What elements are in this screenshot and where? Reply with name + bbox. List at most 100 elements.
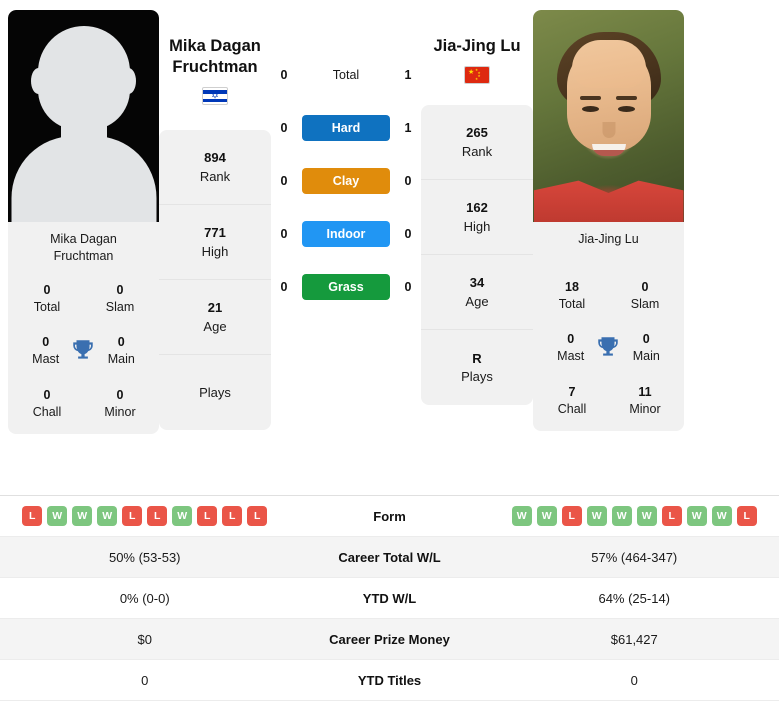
left-titles-main-label: Main xyxy=(107,352,135,367)
h2h-total-label: Total xyxy=(332,68,360,82)
right-rank-value: 265 xyxy=(466,125,488,141)
left-caption-line1: Mika Dagan xyxy=(50,232,117,246)
form-badge-win: W xyxy=(97,506,118,526)
form-badge-loss: L xyxy=(122,506,143,526)
left-age-value: 21 xyxy=(207,300,223,316)
left-titles-slam: 0 Slam xyxy=(97,281,143,315)
right-titles-main-value: 0 xyxy=(642,332,650,347)
form-badge-loss: L xyxy=(247,506,268,526)
right-titles-total: 18 Total xyxy=(549,278,595,312)
israel-flag-icon: ✡ xyxy=(202,87,228,106)
right-info-plays: R Plays xyxy=(421,330,533,405)
surface-bar-indoor[interactable]: Indoor xyxy=(302,221,390,247)
form-badge-win: W xyxy=(72,506,93,526)
left-titles-total-value: 0 xyxy=(43,282,51,297)
left-caption-line2: Fruchtman xyxy=(53,248,114,263)
left-titles-chall-label: Chall xyxy=(32,404,62,419)
left-plays-label: Plays xyxy=(199,384,231,400)
h2h-row-grass: 0 Grass 0 xyxy=(271,274,421,300)
left-ytd-wl: 0% (0-0) xyxy=(119,590,170,606)
left-titles-total: 0 Total xyxy=(24,281,70,315)
right-info-card: 265 Rank 162 High 34 Age R Plays xyxy=(421,105,533,406)
compare-section: Mika Dagan Fruchtman 0 Total 0 Slam 0 Ma… xyxy=(0,0,779,495)
left-player-name-line1: Mika Dagan xyxy=(169,37,261,55)
right-titles-row-2: 0 Mast 0 Main xyxy=(539,330,678,364)
right-titles-slam: 0 Slam xyxy=(622,278,668,312)
form-badge-win: W xyxy=(511,506,532,526)
right-titles-main-label: Main xyxy=(632,349,660,364)
form-badge-loss: L xyxy=(736,506,757,526)
right-career-total-wl: 57% (464-347) xyxy=(591,549,678,565)
row-label-career-total-wl: Career Total W/L xyxy=(338,549,441,565)
right-titles-chall: 7 Chall xyxy=(549,383,595,417)
form-badge-loss: L xyxy=(222,506,243,526)
left-titles-chall-value: 0 xyxy=(43,387,51,402)
left-titles-row-3: 0 Chall 0 Minor xyxy=(14,386,153,420)
right-rank-label: Rank xyxy=(461,143,493,159)
h2h-hard-left-score: 0 xyxy=(280,121,288,135)
form-badge-loss: L xyxy=(147,506,168,526)
h2h-row-hard: 0 Hard 1 xyxy=(271,115,421,141)
table-row-ytd-titles: 0 YTD Titles 0 xyxy=(0,660,779,701)
right-titles-slam-value: 0 xyxy=(641,279,649,294)
h2h-row-clay: 0 Clay 0 xyxy=(271,168,421,194)
form-badge-win: W xyxy=(172,506,193,526)
right-high-label: High xyxy=(463,218,491,234)
left-age-label: Age xyxy=(203,318,227,334)
h2h-clay-right-score: 0 xyxy=(404,174,412,188)
form-badge-loss: L xyxy=(197,506,218,526)
left-player-heading: Mika Dagan Fruchtman ✡ xyxy=(159,10,271,106)
player-comparison-page: Mika Dagan Fruchtman 0 Total 0 Slam 0 Ma… xyxy=(0,0,779,719)
right-titles-chall-label: Chall xyxy=(557,401,587,416)
surface-bar-grass[interactable]: Grass xyxy=(302,274,390,300)
china-flag-icon: ★ ★ ★ ★ ★ xyxy=(464,66,490,85)
right-age-value: 34 xyxy=(469,275,485,291)
left-titles-main: 0 Main xyxy=(100,333,143,367)
avatar-body-shape xyxy=(11,136,156,222)
right-titles-mast: 0 Mast xyxy=(549,330,592,364)
h2h-clay-left-score: 0 xyxy=(280,174,288,188)
right-titles-minor-value: 11 xyxy=(638,384,652,399)
surface-bar-hard[interactable]: Hard xyxy=(302,115,390,141)
left-titles-slam-value: 0 xyxy=(116,282,124,297)
form-badge-win: W xyxy=(47,506,68,526)
h2h-indoor-right-score: 0 xyxy=(404,227,412,241)
right-age-label: Age xyxy=(465,293,489,309)
right-titles-minor-label: Minor xyxy=(629,401,661,416)
left-high-label: High xyxy=(201,243,229,259)
form-badge-loss: L xyxy=(22,506,43,526)
right-titles-chall-value: 7 xyxy=(568,384,576,399)
surface-bar-clay[interactable]: Clay xyxy=(302,168,390,194)
table-row-career-total-wl: 50% (53-53) Career Total W/L 57% (464-34… xyxy=(0,537,779,578)
left-info-rank: 894 Rank xyxy=(159,130,271,206)
left-titles-row-2: 0 Mast 0 Main xyxy=(14,333,153,367)
h2h-hard-right-score: 1 xyxy=(404,121,412,135)
left-rank-value: 894 xyxy=(204,150,226,166)
right-titles-total-label: Total xyxy=(558,297,586,311)
left-titles-mast-value: 0 xyxy=(42,335,50,350)
form-badge-win: W xyxy=(711,506,732,526)
left-ytd-titles: 0 xyxy=(141,672,149,688)
right-player-photo-caption: Jia-Jing Lu xyxy=(533,222,684,248)
right-career-prize-money: $61,427 xyxy=(610,631,658,647)
right-player-card[interactable]: Jia-Jing Lu 18 Total 0 Slam 0 Mast 0 Mai… xyxy=(533,10,684,431)
head-to-head-column: 0 Total 1 0 Hard 1 0 Clay 0 0 Indoor 0 0 xyxy=(271,10,421,300)
trophy-icon xyxy=(67,337,99,363)
avatar-eye-left xyxy=(582,106,599,112)
left-titles-slam-label: Slam xyxy=(105,299,135,314)
avatar-ear-right xyxy=(121,68,136,94)
left-player-card[interactable]: Mika Dagan Fruchtman 0 Total 0 Slam 0 Ma… xyxy=(8,10,159,434)
h2h-row-indoor: 0 Indoor 0 xyxy=(271,221,421,247)
table-row-career-prize-money: $0 Career Prize Money $61,427 xyxy=(0,619,779,660)
row-label-form: Form xyxy=(373,508,406,524)
flag-stripe-bottom xyxy=(203,98,227,103)
right-titles-row-3: 7 Chall 11 Minor xyxy=(539,383,678,417)
right-player-heading: Jia-Jing Lu ★ ★ ★ ★ ★ xyxy=(421,10,533,85)
right-titles-slam-label: Slam xyxy=(630,297,660,311)
left-titles-minor: 0 Minor xyxy=(97,386,143,420)
right-flag-wrap: ★ ★ ★ ★ ★ xyxy=(421,66,533,85)
left-titles-mast-label: Mast xyxy=(32,352,60,367)
right-info-high: 162 High xyxy=(421,180,533,256)
left-info-age: 21 Age xyxy=(159,280,271,356)
row-label-ytd-titles: YTD Titles xyxy=(357,672,422,688)
